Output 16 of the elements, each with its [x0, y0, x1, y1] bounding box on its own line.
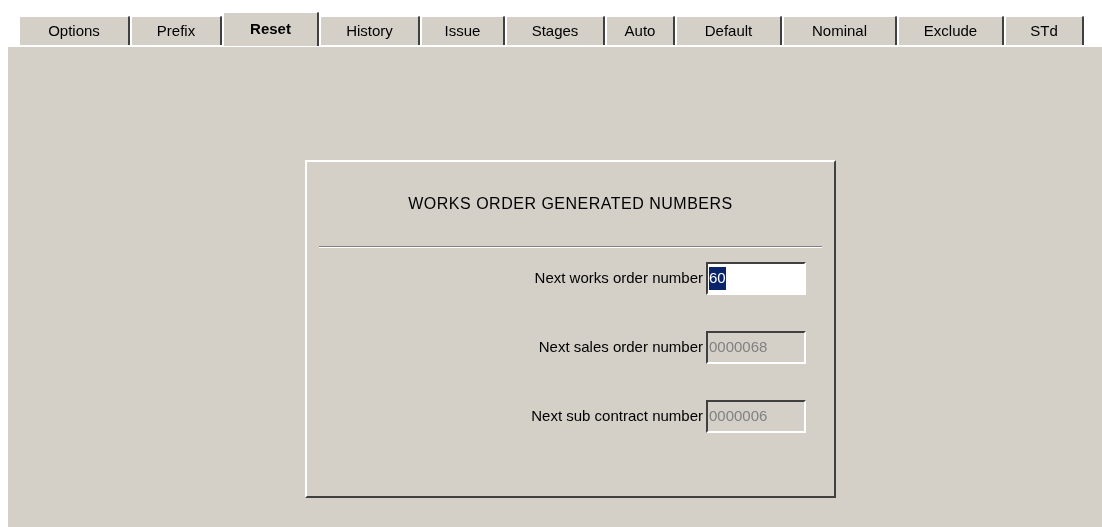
field-label: Next sub contract number	[531, 406, 703, 427]
tab[interactable]: History	[319, 15, 420, 45]
tab[interactable]: Auto	[605, 15, 675, 45]
number-field[interactable]: 60	[706, 262, 806, 295]
tab[interactable]: Exclude	[897, 15, 1004, 45]
field-label: Next works order number	[534, 268, 703, 289]
tab[interactable]: Options	[18, 15, 130, 45]
group-title: WORKS ORDER GENERATED NUMBERS	[408, 194, 733, 214]
tab[interactable]: STd	[1004, 15, 1084, 45]
tab[interactable]: Nominal	[782, 15, 897, 45]
tab[interactable]: Reset	[222, 11, 319, 46]
field-label: Next sales order number	[538, 337, 703, 358]
tab[interactable]: Prefix	[130, 15, 222, 45]
tab[interactable]: Stages	[505, 15, 605, 45]
tab[interactable]: Default	[675, 15, 782, 45]
tab[interactable]: Issue	[420, 15, 505, 45]
